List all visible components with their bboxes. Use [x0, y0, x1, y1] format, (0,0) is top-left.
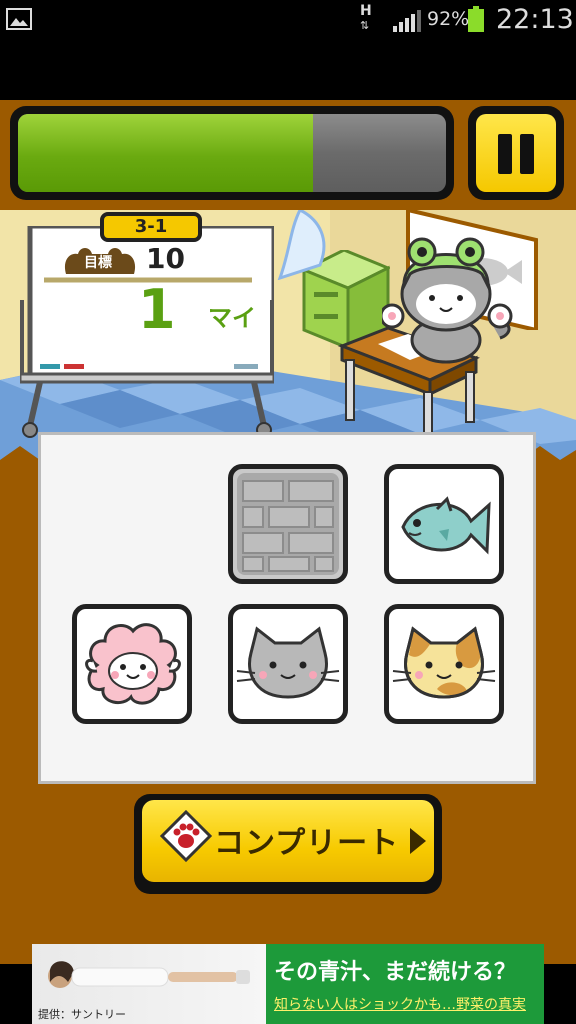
complete-button[interactable]: コンプリート — [134, 794, 442, 894]
ad-model-image — [48, 961, 250, 988]
teacher-cat — [382, 237, 513, 364]
paw-icon — [160, 810, 212, 862]
progress-track — [18, 114, 446, 192]
gallery-icon — [6, 8, 32, 30]
calico-cat-tile[interactable] — [384, 604, 504, 724]
game-screen: 3-1 目標 10 1 マイ コンプリート — [0, 100, 576, 964]
pause-button[interactable] — [468, 106, 564, 200]
progress-bar — [10, 106, 454, 200]
stage-label: 3-1 — [100, 212, 202, 242]
fish-tile[interactable] — [384, 464, 504, 584]
ad-photo: 提供：サントリー — [32, 944, 266, 1024]
brick-wall-tile — [228, 464, 348, 584]
calico-cat-icon — [392, 626, 496, 699]
battery-percent: 92% — [427, 8, 470, 30]
fish-icon — [401, 496, 491, 555]
battery-icon — [468, 6, 484, 32]
curtain — [277, 210, 326, 280]
current-count: 1 — [138, 278, 176, 341]
top-bar — [0, 100, 576, 210]
data-arrows-icon: ⇅ — [360, 19, 370, 32]
ad-text-area[interactable]: その青汁、まだ続ける？ 知らない人はショックかも…野菜の真実 — [266, 944, 544, 1024]
arrow-right-icon — [410, 828, 426, 854]
ad-link[interactable]: 知らない人はショックかも…野菜の真実 — [274, 994, 526, 1014]
ad-headline: その青汁、まだ続ける？ — [274, 960, 517, 985]
gray-cat-icon — [236, 626, 340, 699]
progress-fill — [18, 114, 314, 192]
ad-banner[interactable]: 提供：サントリー その青汁、まだ続ける？ 知らない人はショックかも…野菜の真実 — [32, 944, 544, 1024]
sheep-icon — [85, 623, 181, 705]
status-bar: H ⇅ 92% 22:13 — [0, 0, 576, 40]
network-type: H — [360, 3, 372, 19]
signal-icon — [393, 10, 421, 32]
complete-label: コンプリート — [214, 826, 400, 861]
ad-sponsor: 提供：サントリー — [38, 1008, 126, 1021]
sheep-tile[interactable] — [72, 604, 192, 724]
clock: 22:13 — [496, 4, 574, 35]
goal-label: 目標 — [84, 255, 112, 271]
brick-icon — [237, 473, 339, 575]
gray-cat-tile[interactable] — [228, 604, 348, 724]
pause-icon — [476, 114, 556, 192]
count-unit: マイ — [208, 304, 256, 332]
goal-value: 10 — [146, 242, 185, 275]
complete-button-face: コンプリート — [142, 800, 434, 882]
